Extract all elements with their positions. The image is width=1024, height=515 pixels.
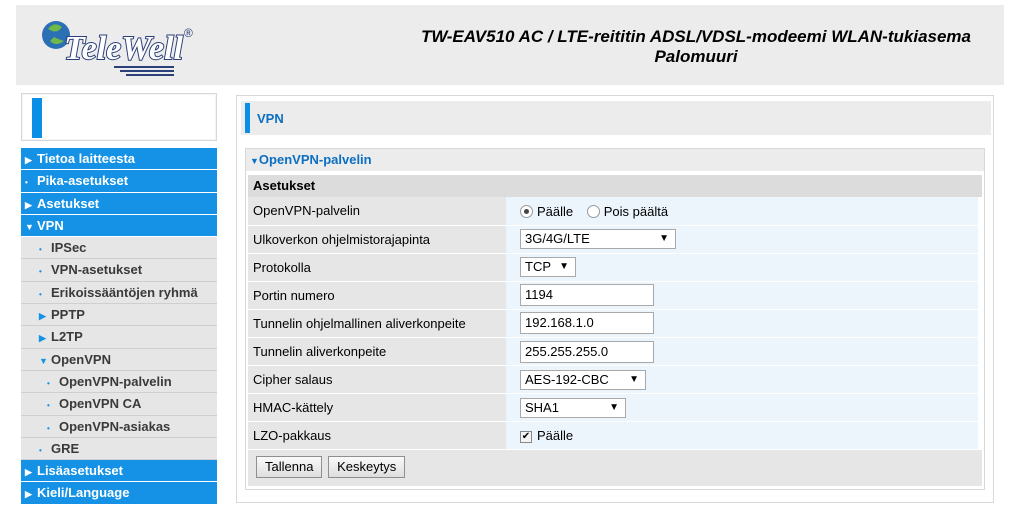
- chevron-right-icon: ▶: [25, 489, 32, 500]
- bullet-icon: •: [25, 178, 28, 188]
- virtual-subnet-input[interactable]: 192.168.1.0: [520, 312, 654, 335]
- dropdown-arrow-icon: ▼: [659, 233, 669, 245]
- sidebar-accent-bar: [32, 98, 42, 138]
- lzo-label: LZO-pakkaus: [248, 421, 506, 451]
- panel-header[interactable]: ▼OpenVPN-palvelin: [246, 149, 984, 171]
- bullet-icon: •: [39, 445, 42, 455]
- chevron-right-icon: ▶: [39, 311, 46, 322]
- cipher-select[interactable]: AES-192-CBC ▼: [520, 369, 646, 390]
- dropdown-arrow-icon: ▼: [629, 373, 639, 385]
- chevron-down-icon: ▼: [39, 355, 48, 366]
- form-row-port: Portin numero 1194: [248, 281, 978, 310]
- device-title: TW-EAV510 AC / LTE-reititin ADSL/VDSL-mo…: [420, 27, 972, 66]
- svg-text:®: ®: [184, 26, 193, 40]
- bullet-icon: •: [39, 289, 42, 299]
- bullet-icon: •: [47, 378, 50, 388]
- settings-form: OpenVPN-palvelin Päälle Pois päältä Ulko…: [248, 197, 978, 451]
- chevron-right-icon: ▶: [25, 467, 32, 478]
- virtual-subnet-label: Tunnelin ohjelmallinen aliverkonpeite: [248, 309, 506, 338]
- sidebar-status-box: [21, 93, 217, 141]
- panel-title: OpenVPN-palvelin: [258, 152, 372, 167]
- menu-item-lisaasetukset[interactable]: ▶ Lisäasetukset: [21, 460, 217, 483]
- server-on-label: Päälle: [537, 203, 574, 219]
- menu-item-openvpn-ca[interactable]: • OpenVPN CA: [21, 393, 217, 416]
- server-label: OpenVPN-palvelin: [248, 197, 506, 226]
- server-off-radio[interactable]: [586, 204, 600, 218]
- dropdown-arrow-icon: ▼: [609, 401, 619, 413]
- menu-item-openvpn[interactable]: ▼ OpenVPN: [21, 348, 217, 371]
- menu-item-vpn[interactable]: ▼ VPN: [21, 214, 217, 238]
- chevron-right-icon: ▶: [39, 333, 46, 344]
- menu-item-erikoissaantojen-ryhma[interactable]: • Erikoissääntöjen ryhmä: [21, 281, 217, 305]
- dropdown-arrow-icon: ▼: [559, 261, 569, 273]
- section-title: Asetukset: [248, 175, 982, 197]
- server-value: Päälle Pois päältä: [506, 197, 978, 226]
- menu-item-openvpn-palvelin[interactable]: • OpenVPN-palvelin: [21, 370, 217, 394]
- protocol-select[interactable]: TCP ▼: [520, 257, 576, 278]
- page-header-bar: VPN: [241, 101, 991, 135]
- form-row-wan: Ulkoverkon ohjelmistorajapinta 3G/4G/LTE…: [248, 225, 978, 254]
- openvpn-server-panel: ▼OpenVPN-palvelin Asetukset OpenVPN-palv…: [245, 148, 985, 490]
- menu-item-kieli-language[interactable]: ▶ Kieli/Language: [21, 482, 217, 505]
- sidebar-menu: ▶ Tietoa laitteesta • Pika-asetukset ▶ Aset…: [21, 148, 217, 505]
- lzo-checkbox-label: Päälle: [537, 428, 574, 444]
- form-row-hmac: HMAC-kättely SHA1 ▼: [248, 393, 978, 423]
- bullet-icon: •: [39, 245, 42, 255]
- save-button[interactable]: Tallenna: [256, 456, 323, 479]
- wan-label: Ulkoverkon ohjelmistorajapinta: [248, 225, 506, 254]
- lzo-checkbox[interactable]: ✔: [520, 430, 532, 443]
- wan-interface-select[interactable]: 3G/4G/LTE ▼: [520, 229, 676, 250]
- bullet-icon: •: [39, 267, 42, 277]
- svg-text:TeleWell: TeleWell: [64, 30, 184, 67]
- chevron-right-icon: ▶: [25, 199, 32, 210]
- form-row-lzo: LZO-pakkaus ✔ Päälle: [248, 421, 978, 451]
- chevron-down-icon: ▼: [250, 156, 259, 166]
- menu-item-l2tp[interactable]: ▶ L2TP: [21, 326, 217, 349]
- page-accent-bar: [245, 103, 250, 133]
- menu-item-asetukset[interactable]: ▶ Asetukset: [21, 192, 217, 215]
- port-input[interactable]: 1194: [520, 284, 654, 307]
- cipher-label: Cipher salaus: [248, 365, 506, 395]
- menu-item-openvpn-asiakas[interactable]: • OpenVPN-asiakas: [21, 415, 217, 438]
- menu-item-vpn-asetukset[interactable]: • VPN-asetukset: [21, 259, 217, 282]
- menu-item-pika-asetukset[interactable]: • Pika-asetukset: [21, 170, 217, 193]
- form-row-protocol: Protokolla TCP ▼: [248, 253, 978, 282]
- form-row-server: OpenVPN-palvelin Päälle Pois päältä: [248, 197, 978, 226]
- chevron-down-icon: ▼: [25, 221, 34, 232]
- server-off-label: Pois päältä: [603, 203, 669, 219]
- menu-item-ipsec[interactable]: • IPSec: [21, 237, 217, 260]
- button-row: Tallenna Keskeytys: [248, 450, 982, 487]
- hmac-label: HMAC-kättely: [248, 393, 506, 423]
- form-row-cipher: Cipher salaus AES-192-CBC ▼: [248, 365, 978, 395]
- page-header: TeleWell ® TW-EAV510 AC / LTE-reititin A…: [16, 5, 1004, 85]
- bullet-icon: •: [47, 423, 50, 433]
- menu-item-gre[interactable]: • GRE: [21, 437, 217, 461]
- menu-item-pptp[interactable]: ▶ PPTP: [21, 304, 217, 327]
- subnet-mask-label: Tunnelin aliverkonpeite: [248, 337, 506, 367]
- main-content: VPN ▼OpenVPN-palvelin Asetukset OpenVPN-…: [236, 95, 994, 503]
- port-label: Portin numero: [248, 281, 506, 310]
- form-row-virtual-subnet: Tunnelin ohjelmallinen aliverkonpeite 19…: [248, 309, 978, 338]
- hmac-select[interactable]: SHA1 ▼: [520, 397, 626, 418]
- cancel-button[interactable]: Keskeytys: [328, 456, 406, 479]
- server-on-radio[interactable]: [520, 204, 533, 218]
- menu-item-tietoa-laitteesta[interactable]: ▶ Tietoa laitteesta: [21, 148, 217, 171]
- page-title: VPN: [257, 111, 284, 126]
- protocol-label: Protokolla: [248, 253, 506, 282]
- form-row-subnet-mask: Tunnelin aliverkonpeite 255.255.255.0: [248, 337, 978, 367]
- subnet-mask-input[interactable]: 255.255.255.0: [520, 340, 654, 363]
- chevron-right-icon: ▶: [25, 155, 32, 165]
- bullet-icon: •: [47, 401, 50, 411]
- telewell-logo: TeleWell ®: [34, 13, 214, 83]
